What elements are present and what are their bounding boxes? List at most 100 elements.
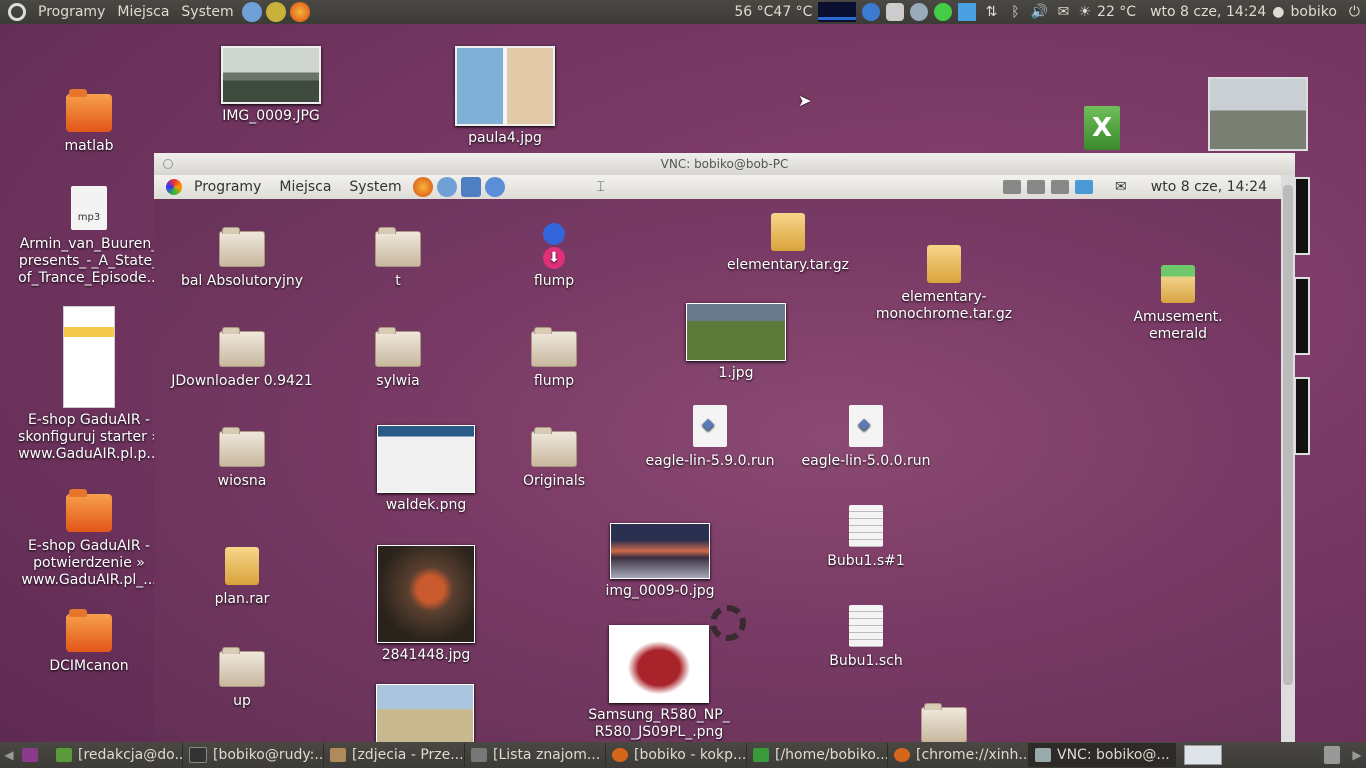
- image-thumbnail: [377, 425, 475, 493]
- network-tray-icon[interactable]: [862, 3, 881, 21]
- transfer-arrows-icon[interactable]: ⇅: [982, 3, 1000, 21]
- vnc-remote-desktop[interactable]: Programy Miejsca System ⌶ ✉ wto 8 cze, 1…: [154, 175, 1281, 753]
- remote-app-flump[interactable]: ⬇ flump: [504, 223, 604, 290]
- scrollbar-thumb[interactable]: [1283, 185, 1293, 685]
- remote-file-2841448[interactable]: 2841448.jpg: [366, 545, 486, 664]
- remote-folder-flump[interactable]: flump: [504, 327, 604, 390]
- vnc-window[interactable]: VNC: bobiko@bob-PC Programy Miejsca Syst…: [154, 153, 1295, 753]
- taskbar-item[interactable]: [redakcja@do...: [50, 743, 183, 767]
- remote-network-icon[interactable]: [1003, 180, 1022, 194]
- remote-cube-icon[interactable]: [460, 177, 481, 197]
- remote-firefox-icon[interactable]: [412, 177, 433, 197]
- window-close-icon[interactable]: [163, 159, 173, 169]
- firefox-launcher-icon[interactable]: [289, 2, 310, 22]
- remote-folder-jdownloader[interactable]: JDownloader 0.9421: [170, 327, 314, 390]
- remote-volume-icon[interactable]: [1027, 180, 1046, 194]
- taskbar-item[interactable]: [/home/bobiko...: [747, 743, 888, 767]
- icon-label: eagle-lin-5.0.0.run: [801, 453, 931, 469]
- remote-mail-icon[interactable]: ✉: [1115, 179, 1127, 195]
- remote-folder-wiosna[interactable]: wiosna: [192, 427, 292, 490]
- vnc-vertical-scrollbar[interactable]: [1281, 175, 1295, 753]
- desktop-file-paula4[interactable]: paula4.jpg: [450, 46, 560, 147]
- volume-icon[interactable]: 🔊: [1030, 3, 1048, 21]
- play-tray-icon[interactable]: [934, 3, 953, 21]
- remote-launcher-icon[interactable]: [484, 177, 505, 197]
- desktop-folder-dcimcanon[interactable]: DCIMcanon: [40, 609, 138, 675]
- vim-app-icon: [56, 748, 72, 762]
- icon-label: Bubu1.sch: [829, 653, 903, 669]
- mail-icon[interactable]: ✉: [1054, 3, 1072, 21]
- thunderbird-launcher-icon[interactable]: [241, 2, 262, 22]
- desktop-file-armin-mp3[interactable]: mp3 Armin_van_Buuren_ presents_-_A_State…: [16, 186, 162, 287]
- video-thumbnail-partial[interactable]: [1294, 177, 1310, 255]
- weather-temperature[interactable]: 22 °C: [1097, 4, 1136, 20]
- file-manager-app-icon: [330, 748, 346, 762]
- remote-file-eagle50[interactable]: eagle-lin-5.0.0.run: [796, 405, 936, 470]
- desktop-folder-eshop-confirm[interactable]: E-shop GaduAIR - potwierdzenie » www.Gad…: [16, 489, 162, 589]
- remote-thunderbird-icon[interactable]: [436, 177, 457, 197]
- dropbox-tray-icon[interactable]: [958, 3, 977, 21]
- desktop-file-eshop-starter[interactable]: E-shop GaduAIR - skonfiguruj starter » w…: [16, 306, 162, 463]
- remote-file-bubu-s[interactable]: Bubu1.s#1: [816, 505, 916, 570]
- remote-file-plan-rar[interactable]: plan.rar: [192, 547, 292, 608]
- weather-sun-icon[interactable]: ☀: [1078, 4, 1091, 20]
- taskbar-item-label: [bobiko - kokp...: [634, 747, 747, 763]
- taskbar-item[interactable]: [zdjecia - Prze...: [324, 743, 465, 767]
- video-thumbnail-partial[interactable]: [1294, 377, 1310, 455]
- trash-icon[interactable]: [1324, 746, 1340, 764]
- video-thumbnail[interactable]: [1208, 77, 1308, 151]
- tools-launcher-icon[interactable]: [265, 2, 286, 22]
- remote-file-eagle59[interactable]: eagle-lin-5.9.0.run: [640, 405, 780, 470]
- power-icon[interactable]: ⏻: [1349, 4, 1360, 20]
- remote-folder-sylwia[interactable]: sylwia: [348, 327, 448, 390]
- desktop-icon-label: paula4.jpg: [468, 130, 542, 146]
- remote-menu-miejsca[interactable]: Miejsca: [270, 179, 340, 195]
- desktop-file-img0009[interactable]: IMG_0009.JPG: [216, 46, 326, 125]
- taskbar-item[interactable]: [chrome://xinh...: [888, 743, 1029, 767]
- remote-file-elementary[interactable]: elementary.tar.gz: [720, 213, 856, 274]
- menu-system[interactable]: System: [175, 4, 239, 20]
- skype-tray-icon[interactable]: [910, 3, 929, 21]
- show-desktop-icon[interactable]: [22, 748, 38, 762]
- remote-menu-programy[interactable]: Programy: [185, 179, 270, 195]
- remote-file-bubu-sch[interactable]: Bubu1.sch: [816, 605, 916, 670]
- panel-clock[interactable]: wto 8 cze, 14:24: [1150, 4, 1266, 20]
- icon-label: sylwia: [376, 373, 420, 389]
- taskbar-item[interactable]: [Lista znajom...: [465, 743, 606, 767]
- desktop-folder-matlab[interactable]: matlab: [40, 89, 138, 155]
- taskbar-item[interactable]: [bobiko@rudy:...: [183, 743, 324, 767]
- remote-folder-bal[interactable]: bal Absolutoryjny: [180, 227, 304, 290]
- remote-file-img0009-0[interactable]: img_0009-0.jpg: [600, 523, 720, 600]
- remote-folder-t[interactable]: t: [348, 227, 448, 290]
- remote-file-elementary-monochrome[interactable]: elementary- monochrome.tar.gz: [866, 245, 1022, 323]
- spreadsheet-file-icon[interactable]: X: [1084, 106, 1120, 150]
- remote-gnome-logo-icon[interactable]: [166, 179, 182, 195]
- video-thumbnail-partial[interactable]: [1294, 277, 1310, 355]
- download-arrow-icon: ⬇: [543, 247, 565, 269]
- remote-file-waldek[interactable]: waldek.png: [366, 425, 486, 514]
- remote-file-amusement[interactable]: Amusement. emerald: [1120, 265, 1236, 343]
- taskbar-scroll-left-icon[interactable]: ◀: [0, 748, 18, 762]
- remote-dropbox-icon[interactable]: [1075, 180, 1094, 194]
- sync-tray-icon[interactable]: [886, 3, 905, 21]
- system-monitor-graph[interactable]: [818, 2, 857, 22]
- workspace-switcher[interactable]: [1184, 745, 1222, 765]
- remote-file-partial-thumbnail[interactable]: [375, 684, 475, 750]
- user-name[interactable]: bobiko: [1291, 4, 1337, 20]
- remote-file-samsung[interactable]: Samsung_R580_NP_ R580_JS09PL_.png: [584, 625, 734, 741]
- menu-miejsca[interactable]: Miejsca: [111, 4, 175, 20]
- remote-display-icon[interactable]: [1051, 180, 1070, 194]
- menu-programy[interactable]: Programy: [32, 4, 111, 20]
- vnc-titlebar[interactable]: VNC: bobiko@bob-PC: [154, 153, 1295, 175]
- ubuntu-logo-icon[interactable]: [8, 3, 26, 21]
- taskbar-scroll-right-icon[interactable]: ▶: [1348, 748, 1366, 762]
- remote-folder-originals[interactable]: Originals: [504, 427, 604, 490]
- remote-folder-up[interactable]: up: [192, 647, 292, 710]
- taskbar-item-label: [chrome://xinh...: [916, 747, 1029, 763]
- taskbar-item-active[interactable]: VNC: bobiko@...: [1029, 743, 1176, 767]
- remote-panel-clock[interactable]: wto 8 cze, 14:24: [1151, 179, 1267, 195]
- remote-file-1jpg[interactable]: 1.jpg: [676, 303, 796, 382]
- bluetooth-icon[interactable]: ᛒ: [1006, 3, 1024, 21]
- remote-menu-system[interactable]: System: [340, 179, 410, 195]
- taskbar-item[interactable]: [bobiko - kokp...: [606, 743, 747, 767]
